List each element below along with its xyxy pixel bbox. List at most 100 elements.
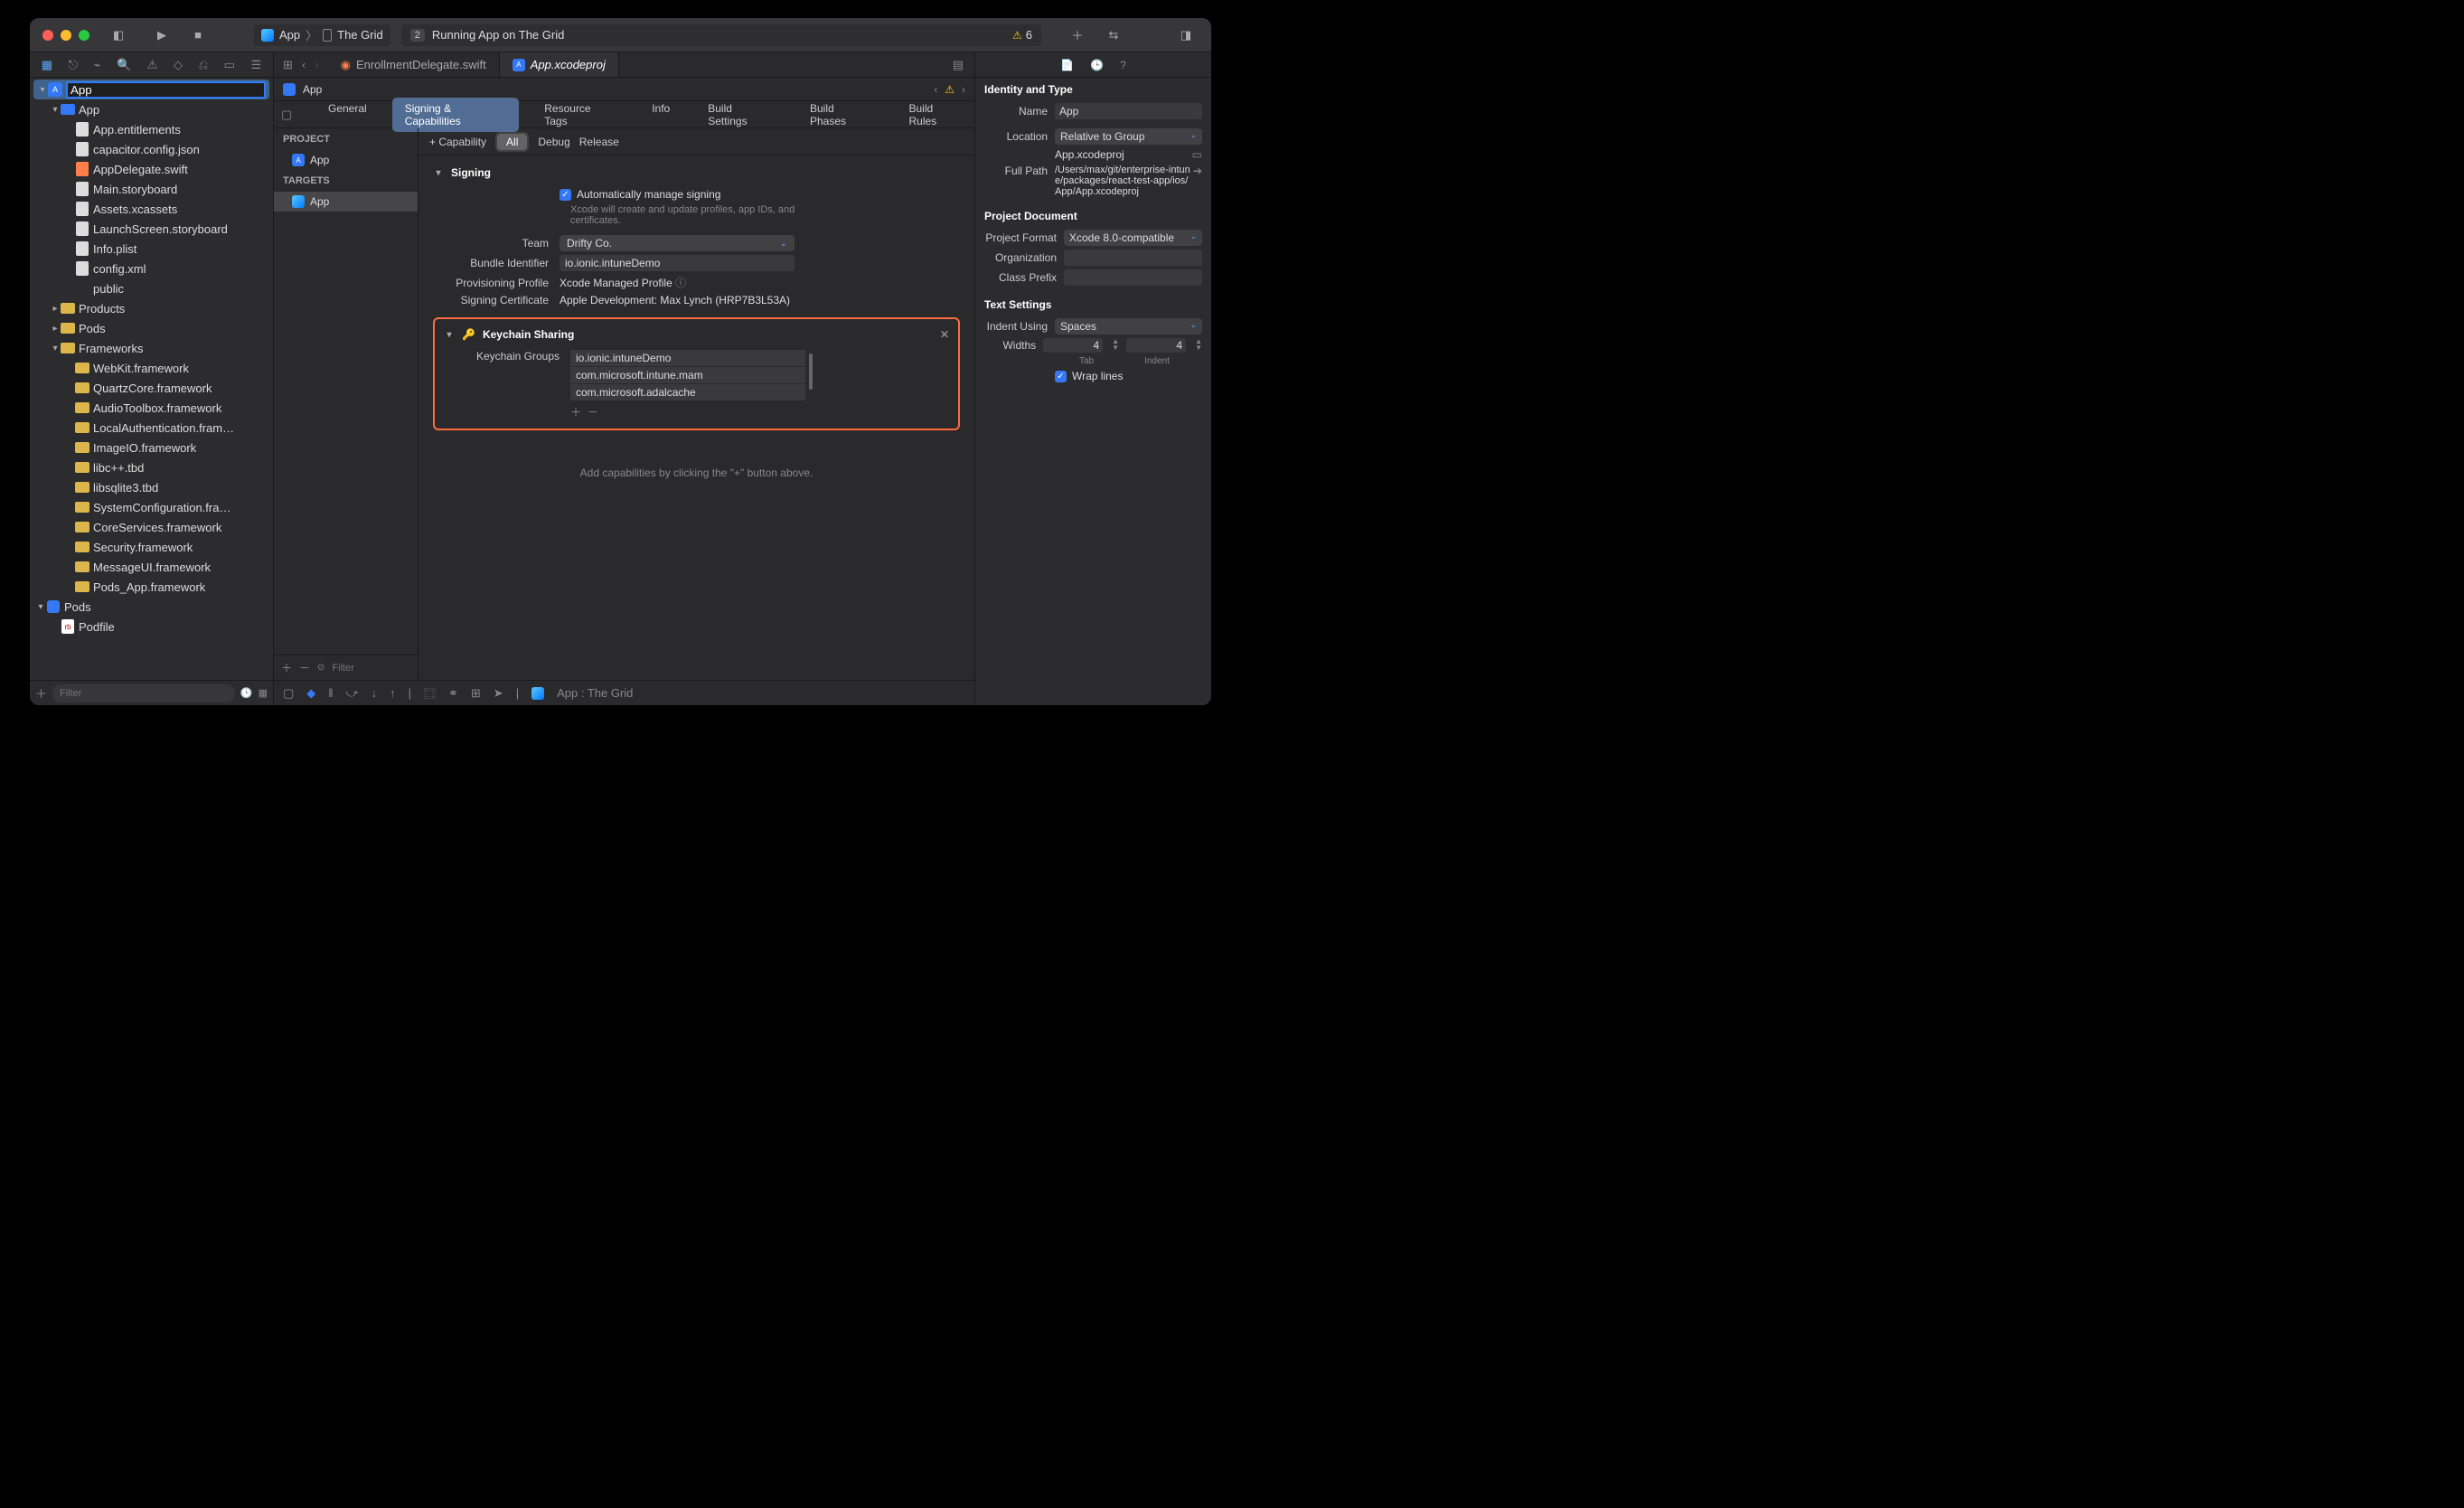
tree-row[interactable]: CoreServices.framework <box>30 517 273 537</box>
add-capability-button[interactable]: + Capability <box>429 136 486 148</box>
step-into-icon[interactable]: ↓ <box>371 686 378 700</box>
tab-build-phases[interactable]: Build Phases <box>797 98 884 132</box>
next-issue-icon[interactable]: › <box>962 83 965 96</box>
sidebar-toggle-icon[interactable]: ◧ <box>108 24 129 46</box>
tree-row[interactable]: rbPodfile <box>30 617 273 636</box>
clock-icon[interactable]: 🕒 <box>240 687 253 699</box>
project-name-input[interactable] <box>66 81 266 99</box>
tree-row[interactable]: Security.framework <box>30 537 273 557</box>
tree-row[interactable]: AudioToolbox.framework <box>30 398 273 418</box>
tree-row[interactable]: LocalAuthentication.fram… <box>30 418 273 438</box>
tree-row[interactable]: SystemConfiguration.fra… <box>30 497 273 517</box>
remove-capability-button[interactable]: ✕ <box>940 328 949 341</box>
history-inspector-icon[interactable]: 🕒 <box>1090 59 1104 71</box>
seg-debug[interactable]: Debug <box>538 136 569 148</box>
target-row[interactable]: App <box>274 192 418 212</box>
report-icon[interactable]: ☰ <box>251 58 262 72</box>
tree-row[interactable]: ▾App <box>30 99 273 119</box>
tree-row[interactable]: capacitor.config.json <box>30 139 273 159</box>
minimize-window-icon[interactable] <box>61 30 71 41</box>
tab-build-settings[interactable]: Build Settings <box>695 98 785 132</box>
prev-issue-icon[interactable]: ‹ <box>934 83 937 96</box>
tree-row[interactable]: WebKit.framework <box>30 358 273 378</box>
tree-row[interactable]: ImageIO.framework <box>30 438 273 457</box>
tab-info[interactable]: Info <box>639 98 682 132</box>
add-group-icon[interactable]: ＋ <box>570 406 581 419</box>
add-file-icon[interactable]: ＋ <box>35 684 47 702</box>
project-navigator-icon[interactable]: ▦ <box>42 58 52 72</box>
tree-root[interactable]: ▾ A <box>33 80 269 99</box>
tree-row[interactable]: Info.plist <box>30 239 273 259</box>
list-item[interactable]: io.ionic.intuneDemo <box>570 350 805 366</box>
run-button[interactable]: ▶ <box>151 24 173 46</box>
continue-icon[interactable]: ‖ <box>328 686 333 700</box>
tab-project[interactable]: A App.xcodeproj <box>500 52 619 77</box>
memory-graph-icon[interactable]: ⚭ <box>448 686 458 701</box>
tree-row[interactable]: ▸Products <box>30 298 273 318</box>
indent-using-select[interactable]: Spaces <box>1055 318 1202 335</box>
folder-picker-icon[interactable]: ▭ <box>1192 148 1202 161</box>
hide-debug-icon[interactable]: ▢ <box>283 686 294 701</box>
auto-signing-checkbox[interactable]: ✓ <box>560 189 571 201</box>
seg-release[interactable]: Release <box>579 136 619 148</box>
organization-input[interactable] <box>1064 250 1202 266</box>
add-button[interactable]: ＋ <box>1067 24 1088 46</box>
wrap-lines-checkbox[interactable]: ✓ <box>1055 371 1067 382</box>
zoom-window-icon[interactable] <box>79 30 89 41</box>
location-select[interactable]: Relative to Group <box>1055 128 1202 145</box>
tree-row[interactable]: ▾Frameworks <box>30 338 273 358</box>
list-item[interactable]: com.microsoft.intune.mam <box>570 367 805 383</box>
environment-icon[interactable]: ⊞ <box>471 686 481 701</box>
tree-row[interactable]: AppDelegate.swift <box>30 159 273 179</box>
scm-filter-icon[interactable]: ▦ <box>259 687 268 699</box>
class-prefix-input[interactable] <box>1064 269 1202 286</box>
view-debug-icon[interactable]: ⿴ <box>424 684 436 702</box>
tree-row[interactable]: config.xml <box>30 259 273 278</box>
tree-row[interactable]: Main.storyboard <box>30 179 273 199</box>
tree-row[interactable]: ▾Pods <box>30 597 273 617</box>
indent-width-input[interactable]: 4 <box>1126 338 1186 353</box>
tree-row[interactable]: Pods_App.framework <box>30 577 273 597</box>
bundle-id-input[interactable]: io.ionic.intuneDemo <box>560 255 795 271</box>
tab-general[interactable]: General <box>315 98 380 132</box>
tab-enrollment[interactable]: ◉ EnrollmentDelegate.swift <box>328 52 500 77</box>
help-inspector-icon[interactable]: ? <box>1120 59 1126 71</box>
info-icon[interactable]: ⓘ <box>675 277 686 289</box>
tree-row[interactable]: App.entitlements <box>30 119 273 139</box>
source-control-icon[interactable]: ⎋ <box>69 58 78 72</box>
debug-navigator-icon[interactable]: ⎌ <box>199 58 208 72</box>
step-over-icon[interactable]: ⤻ <box>346 686 359 701</box>
tree-row[interactable]: Assets.xcassets <box>30 199 273 219</box>
scheme-selector[interactable]: App 〉 The Grid <box>254 24 390 46</box>
tree-row[interactable]: public <box>30 278 273 298</box>
tab-signing[interactable]: Signing & Capabilities <box>392 98 520 132</box>
breakpoints-icon[interactable]: ◆ <box>306 686 315 701</box>
tree-row[interactable]: MessageUI.framework <box>30 557 273 577</box>
project-row[interactable]: A App <box>274 150 418 170</box>
team-select[interactable]: Drifty Co. <box>560 235 795 251</box>
breakpoint-icon[interactable]: ▭ <box>224 58 235 72</box>
signing-section[interactable]: ▾ Signing <box>433 166 960 179</box>
test-navigator-icon[interactable]: ◇ <box>174 58 183 72</box>
activity-viewer[interactable]: 2 Running App on The Grid ⚠ 6 <box>401 24 1041 46</box>
find-icon[interactable]: 🔍 <box>117 58 131 72</box>
outline-toggle-icon[interactable]: ▢ <box>281 108 303 122</box>
remove-group-icon[interactable]: － <box>588 406 598 419</box>
tab-width-input[interactable]: 4 <box>1043 338 1103 353</box>
navigator-filter-input[interactable] <box>52 684 235 702</box>
list-item[interactable]: com.microsoft.adalcache <box>570 384 805 401</box>
tab-build-rules[interactable]: Build Rules <box>896 98 974 132</box>
tree-row[interactable]: ▸Pods <box>30 318 273 338</box>
issue-navigator-icon[interactable]: ⚠ <box>147 58 158 72</box>
seg-all[interactable]: All <box>497 134 527 150</box>
back-icon[interactable]: ‹ <box>302 58 306 71</box>
add-target-icon[interactable]: ＋ <box>281 660 292 675</box>
close-window-icon[interactable] <box>42 30 53 41</box>
forward-icon[interactable]: › <box>315 58 318 71</box>
editor-layout-icon[interactable]: ▤ <box>942 52 974 77</box>
reveal-icon[interactable]: ➔ <box>1193 165 1202 177</box>
tree-row[interactable]: libsqlite3.tbd <box>30 477 273 497</box>
step-out-icon[interactable]: ↑ <box>390 686 396 700</box>
stop-button[interactable]: ■ <box>187 24 209 46</box>
file-inspector-icon[interactable]: 📄 <box>1060 59 1074 71</box>
